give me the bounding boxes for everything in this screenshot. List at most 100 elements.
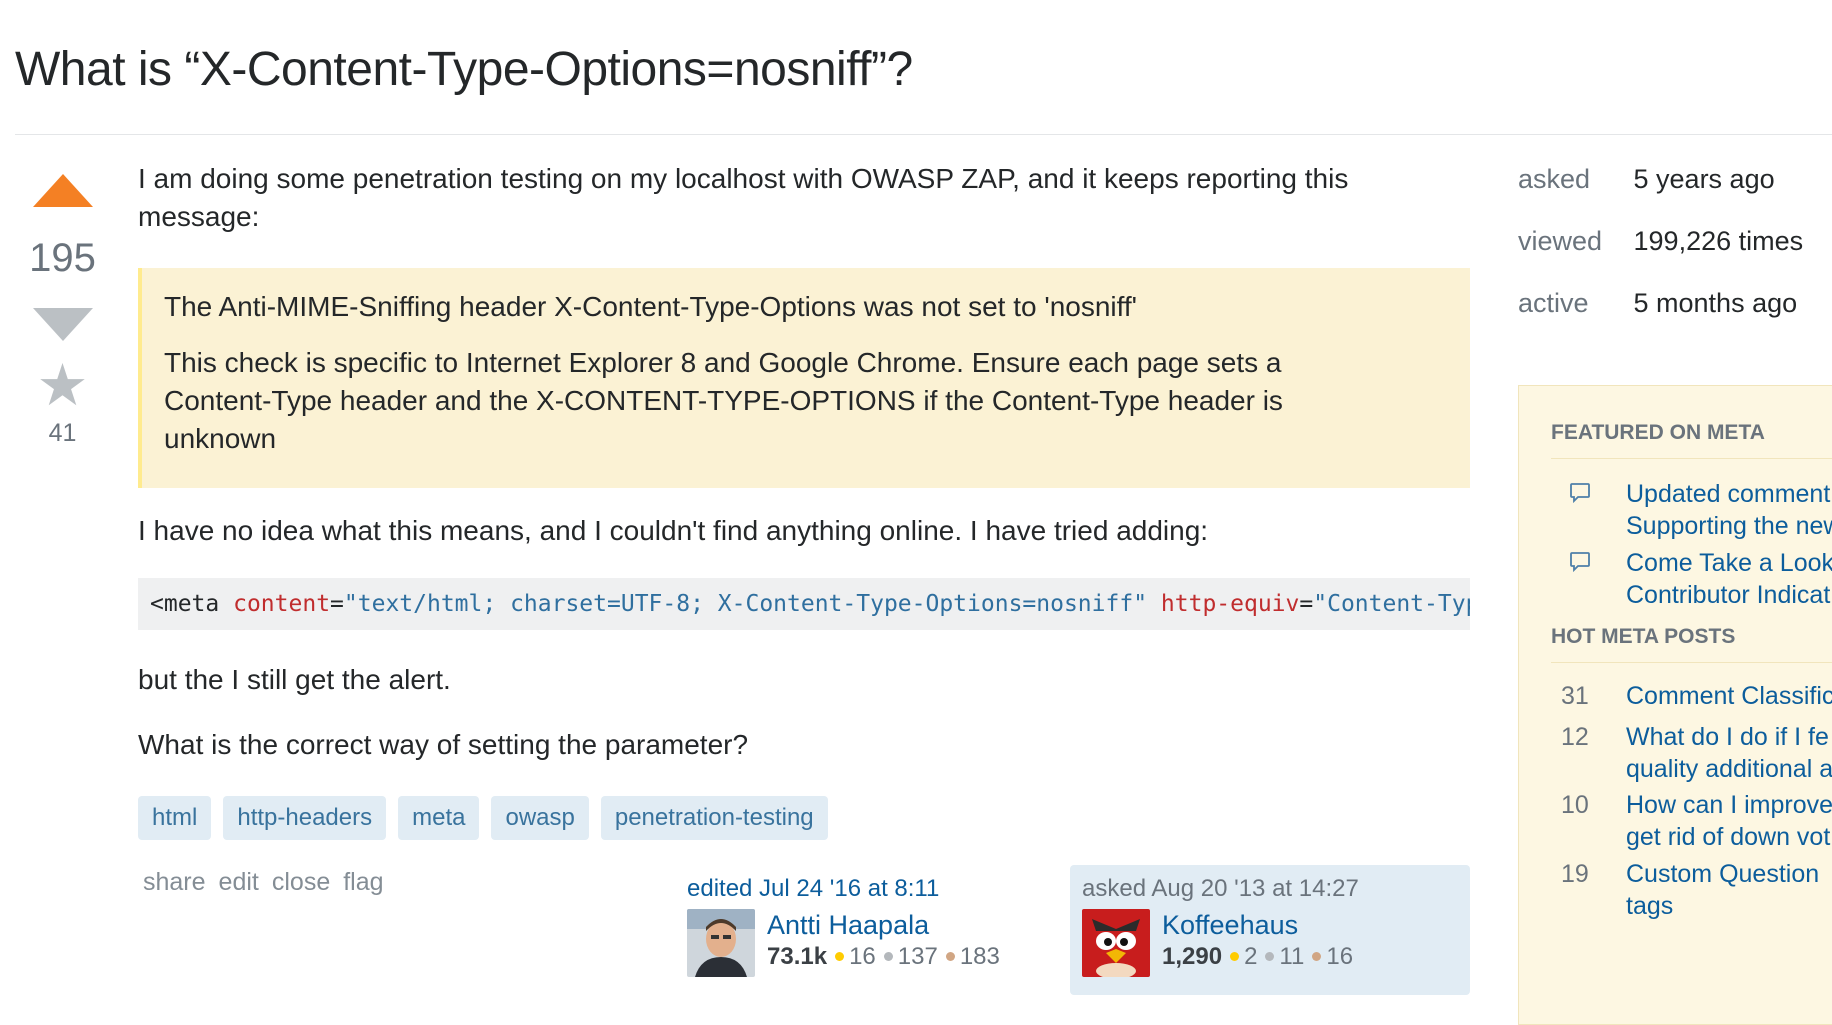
intro-line-2: message: (138, 201, 260, 232)
gold-badge-count: 16 (849, 943, 876, 970)
paragraph-tried: I have no idea what this means, and I co… (138, 515, 1209, 546)
featured-heading: FEATURED ON META (1551, 421, 1765, 444)
bronze-badge-icon (945, 951, 955, 961)
upvote-arrow-icon[interactable] (32, 174, 93, 207)
stat-label: active (1518, 288, 1589, 318)
paragraph-question: What is the correct way of setting the p… (138, 729, 749, 760)
avatar[interactable] (1082, 909, 1150, 977)
code-equals: = (330, 591, 344, 617)
owner-signature: asked Aug 20 '13 at 14:27 Koffeehaus 1,2… (1070, 865, 1470, 995)
vote-column: 195 ★ 41 (20, 170, 105, 448)
featured-line[interactable]: Updated comment (1626, 478, 1832, 510)
hot-post-line[interactable]: get rid of down vot (1626, 821, 1832, 853)
hot-post-title[interactable]: What do I do if I fe quality additional a (1626, 721, 1832, 785)
stat-asked: asked 5 years ago (1518, 160, 1803, 222)
favorite-star-icon[interactable]: ★ (20, 357, 105, 415)
editor-signature: edited Jul 24 '16 at 8:11 Antti Haapala … (675, 865, 1015, 995)
silver-badge-count: 137 (897, 943, 938, 970)
paragraph-alert: but the I still get the alert. (138, 664, 451, 695)
hot-post-line[interactable]: What do I do if I fe (1626, 721, 1832, 753)
reputation-score: 1,290 (1162, 943, 1223, 970)
stat-viewed: viewed 199,226 times (1518, 222, 1803, 284)
tag-owasp[interactable]: owasp (491, 796, 589, 840)
silver-badge-count: 11 (1279, 943, 1305, 970)
gold-badge-icon (1230, 951, 1240, 961)
quote-line-2: This check is specific to Internet Explo… (164, 347, 1282, 378)
quote-line-1: The Anti-MIME-Sniffing header X-Content-… (164, 291, 1138, 322)
share-link[interactable]: share (143, 868, 206, 897)
intro-line-1: I am doing some penetration testing on m… (138, 163, 1349, 194)
hot-post-line[interactable]: quality additional a (1626, 753, 1832, 785)
avatar[interactable] (687, 909, 755, 977)
hot-post-count: 19 (1561, 860, 1589, 888)
bronze-badge-count: 16 (1326, 943, 1354, 970)
hot-post-title[interactable]: Comment Classific (1626, 680, 1832, 712)
hot-post-line[interactable]: tags (1626, 890, 1819, 922)
post-menu: share edit close flag (143, 868, 384, 897)
title-divider (15, 134, 1832, 135)
featured-line[interactable]: Come Take a Look (1626, 547, 1832, 579)
featured-item-text[interactable]: Come Take a Look Contributor Indicat (1626, 547, 1832, 611)
gold-badge-icon (835, 951, 845, 961)
tag-list: html http-headers meta owasp penetration… (138, 796, 828, 840)
bronze-badge-count: 183 (959, 943, 1000, 970)
stat-active: active 5 months ago (1518, 284, 1803, 346)
section-divider (1551, 458, 1832, 459)
hot-posts-heading: HOT META POSTS (1551, 625, 1736, 648)
asked-timestamp[interactable]: asked Aug 20 '13 at 14:27 (1082, 875, 1458, 903)
bronze-badge-icon (1312, 951, 1322, 961)
blockquote: The Anti-MIME-Sniffing header X-Content-… (138, 268, 1470, 488)
code-value-http-equiv: "Content-Type"> (1313, 591, 1470, 617)
quote-line-3: Content-Type header and the X-CONTENT-TY… (164, 385, 1283, 416)
hot-post-title[interactable]: How can I improve get rid of down vot (1626, 789, 1832, 853)
question-stats: asked 5 years ago viewed 199,226 times a… (1518, 160, 1803, 346)
gold-badge-count: 2 (1244, 943, 1258, 970)
hot-post-line[interactable]: Custom Question (1626, 858, 1819, 890)
tag-http-headers[interactable]: http-headers (223, 796, 387, 840)
chat-bubble-icon (1570, 552, 1590, 573)
stat-value[interactable]: 5 months ago (1634, 288, 1798, 318)
close-link[interactable]: close (272, 868, 330, 897)
question-title[interactable]: What is “X-Content-Type-Options=nosniff”… (15, 42, 913, 97)
code-attr-content: content (233, 591, 331, 617)
silver-badge-icon (883, 951, 893, 961)
hot-post-line[interactable]: How can I improve (1626, 789, 1832, 821)
tag-html[interactable]: html (138, 796, 212, 840)
featured-item-text[interactable]: Updated comment Supporting the new (1626, 478, 1832, 542)
edited-timestamp[interactable]: edited Jul 24 '16 at 8:11 (687, 875, 1003, 903)
hot-post-count: 12 (1561, 723, 1589, 751)
hot-post-line[interactable]: Comment Classific (1626, 680, 1832, 712)
edit-link[interactable]: edit (219, 868, 259, 897)
featured-line[interactable]: Supporting the new (1626, 510, 1832, 542)
code-attr-http-equiv: http-equiv (1160, 591, 1300, 617)
stat-label: asked (1518, 164, 1591, 194)
flag-link[interactable]: flag (343, 868, 383, 897)
silver-badge-icon (1265, 951, 1275, 961)
stat-label: viewed (1518, 226, 1603, 256)
reputation-score: 73.1k (767, 943, 828, 970)
editor-name[interactable]: Antti Haapala (767, 909, 1000, 941)
hot-post-count: 10 (1561, 791, 1589, 819)
downvote-arrow-icon[interactable] (32, 308, 93, 341)
hot-post-title[interactable]: Custom Question tags (1626, 858, 1819, 922)
code-block[interactable]: <meta content="text/html; charset=UTF-8;… (138, 578, 1470, 630)
tag-meta[interactable]: meta (398, 796, 480, 840)
code-value-content: "text/html; charset=UTF-8; X-Content-Typ… (343, 591, 1148, 617)
section-divider (1551, 662, 1832, 663)
favorite-count: 41 (48, 419, 77, 447)
stat-value: 199,226 times (1633, 226, 1804, 256)
quote-line-4: unknown (164, 423, 277, 454)
hot-post-count: 31 (1561, 682, 1589, 710)
chat-bubble-icon (1570, 483, 1590, 504)
vote-score: 195 (29, 236, 96, 280)
code-tag-open: <meta (150, 591, 220, 617)
owner-reputation: 1,290 2 11 16 (1162, 943, 1353, 971)
code-equals: = (1299, 591, 1314, 617)
stat-value[interactable]: 5 years ago (1634, 164, 1775, 194)
question-body: I am doing some penetration testing on m… (138, 160, 1470, 236)
meta-sidebar-box: FEATURED ON META Updated comment Supporti… (1518, 385, 1832, 1025)
featured-line[interactable]: Contributor Indicat (1626, 579, 1832, 611)
owner-name[interactable]: Koffeehaus (1162, 909, 1353, 941)
editor-reputation: 73.1k 16 137 183 (767, 943, 1000, 971)
tag-penetration-testing[interactable]: penetration-testing (600, 796, 828, 840)
